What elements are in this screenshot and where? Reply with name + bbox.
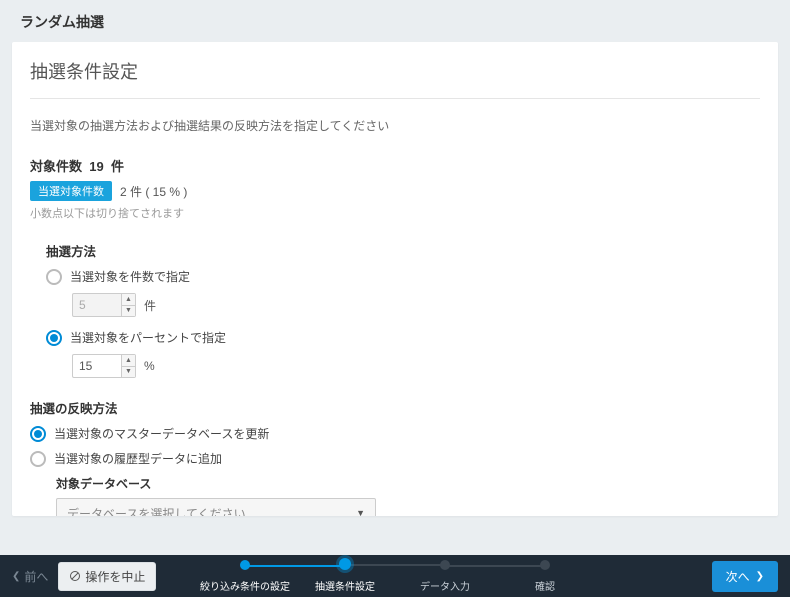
winner-count-badge: 当選対象件数 bbox=[30, 181, 112, 201]
chevron-left-icon: ❮ bbox=[12, 571, 20, 582]
next-button[interactable]: 次へ ❯ bbox=[712, 561, 778, 592]
reflect-section-label: 抽選の反映方法 bbox=[30, 398, 760, 417]
settings-card: 抽選条件設定 当選対象の抽選方法および抽選結果の反映方法を指定してください 対象… bbox=[12, 42, 778, 516]
method-radio-group: 当選対象を件数で指定 ▲ ▼ 件 当選対象をパーセントで指定 ▲ ▼ bbox=[46, 268, 760, 378]
radio-icon bbox=[46, 330, 62, 346]
step-lottery-settings: 抽選条件設定 bbox=[295, 559, 395, 593]
count-input[interactable] bbox=[73, 294, 121, 316]
reflect-history-radio[interactable]: 当選対象の履歴型データに追加 bbox=[30, 450, 760, 467]
target-count: 対象件数 19 件 bbox=[30, 156, 760, 175]
target-db-label: 対象データベース bbox=[56, 475, 760, 492]
abort-label: 操作を中止 bbox=[85, 568, 145, 585]
next-label: 次へ bbox=[726, 568, 750, 585]
step-label: 確認 bbox=[535, 578, 555, 593]
percent-down-button[interactable]: ▼ bbox=[122, 367, 135, 378]
step-label: 抽選条件設定 bbox=[315, 578, 375, 593]
percent-input[interactable] bbox=[73, 355, 121, 377]
card-title: 抽選条件設定 bbox=[30, 58, 760, 99]
step-dot-icon bbox=[240, 560, 250, 570]
cancel-icon bbox=[69, 570, 81, 582]
count-spinner: ▲ ▼ bbox=[72, 293, 136, 317]
target-db-placeholder: データベースを選択してください bbox=[67, 505, 246, 517]
count-down-button[interactable]: ▼ bbox=[122, 306, 135, 317]
instruction-text: 当選対象の抽選方法および抽選結果の反映方法を指定してください bbox=[30, 117, 760, 134]
method-section-label: 抽選方法 bbox=[46, 241, 760, 260]
target-db-select[interactable]: データベースを選択してください ▼ bbox=[56, 498, 376, 516]
step-confirm: 確認 bbox=[495, 560, 595, 593]
count-up-button[interactable]: ▲ bbox=[122, 294, 135, 306]
chevron-right-icon: ❯ bbox=[756, 571, 764, 582]
reflect-master-radio[interactable]: 当選対象のマスターデータベースを更新 bbox=[30, 425, 760, 442]
method-by-count-radio[interactable]: 当選対象を件数で指定 bbox=[46, 268, 760, 285]
progress-stepper: 絞り込み条件の設定 抽選条件設定 データ入力 確認 bbox=[195, 559, 595, 593]
step-label: データ入力 bbox=[420, 578, 470, 593]
step-dot-icon bbox=[440, 560, 450, 570]
reflect-history-label: 当選対象の履歴型データに追加 bbox=[54, 450, 222, 467]
step-dot-icon bbox=[339, 558, 351, 570]
prev-label: 前へ bbox=[24, 568, 48, 585]
page-title: ランダム抽選 bbox=[0, 0, 790, 42]
count-unit: 件 bbox=[111, 159, 124, 174]
count-value: 19 bbox=[89, 159, 103, 174]
step-label: 絞り込み条件の設定 bbox=[200, 578, 290, 593]
method-by-percent-label: 当選対象をパーセントで指定 bbox=[70, 329, 226, 346]
percent-unit-label: % bbox=[144, 359, 155, 373]
radio-icon bbox=[30, 426, 46, 442]
reflect-master-label: 当選対象のマスターデータベースを更新 bbox=[54, 425, 269, 442]
rounding-note: 小数点以下は切り捨てされます bbox=[30, 205, 760, 221]
step-filter: 絞り込み条件の設定 bbox=[195, 560, 295, 593]
percent-up-button[interactable]: ▲ bbox=[122, 355, 135, 367]
step-dot-icon bbox=[540, 560, 550, 570]
count-label: 対象件数 bbox=[30, 159, 82, 174]
radio-icon bbox=[30, 451, 46, 467]
prev-button: ❮ 前へ bbox=[12, 568, 48, 585]
chevron-down-icon: ▼ bbox=[356, 508, 365, 516]
abort-button[interactable]: 操作を中止 bbox=[58, 562, 156, 591]
footer-bar: ❮ 前へ 操作を中止 絞り込み条件の設定 抽選条件設定 データ入力 確認 次へ bbox=[0, 555, 790, 597]
method-by-count-label: 当選対象を件数で指定 bbox=[70, 268, 190, 285]
reflect-radio-group: 当選対象のマスターデータベースを更新 当選対象の履歴型データに追加 対象データベ… bbox=[30, 425, 760, 516]
count-unit-label: 件 bbox=[144, 297, 156, 314]
percent-spinner: ▲ ▼ bbox=[72, 354, 136, 378]
winner-count-text: 2 件 ( 15 % ) bbox=[120, 183, 187, 200]
radio-icon bbox=[46, 269, 62, 285]
step-data-input: データ入力 bbox=[395, 560, 495, 593]
method-by-percent-radio[interactable]: 当選対象をパーセントで指定 bbox=[46, 329, 760, 346]
